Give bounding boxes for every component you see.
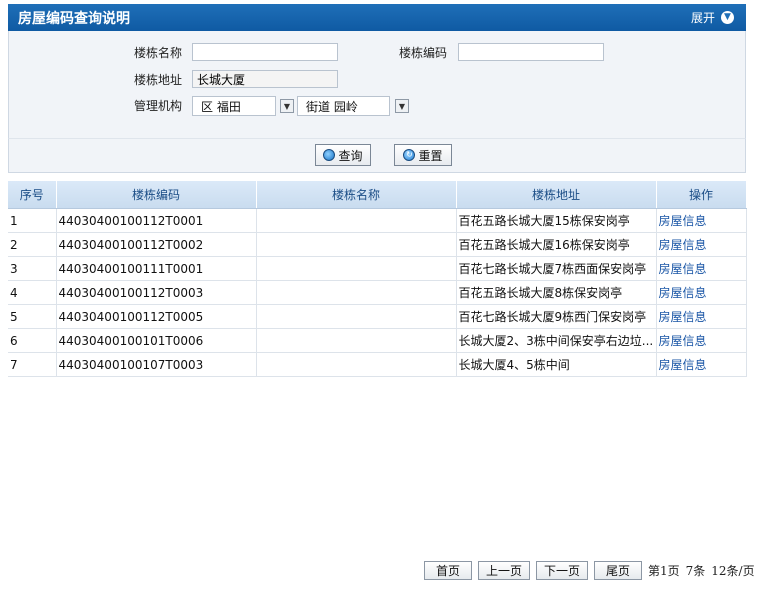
- house-info-link[interactable]: 房屋信息: [656, 304, 747, 329]
- cell-building-code: 44030400100112T0002: [56, 232, 257, 257]
- cell-index: 5: [8, 304, 57, 329]
- cell-index: 3: [8, 256, 57, 281]
- house-info-link[interactable]: 房屋信息: [656, 208, 747, 233]
- cell-index: 6: [8, 328, 57, 353]
- district-select[interactable]: 区 福田: [192, 96, 276, 116]
- first-page-button[interactable]: 首页: [424, 561, 472, 580]
- district-dropdown-icon[interactable]: ▼: [280, 99, 294, 113]
- expand-label: 展开: [690, 11, 715, 25]
- cell-building-name: [256, 232, 457, 257]
- cell-building-address: 百花七路长城大厦7栋西面保安岗亭: [456, 256, 657, 281]
- street-dropdown-icon[interactable]: ▼: [395, 99, 409, 113]
- cell-building-code: 44030400100112T0003: [56, 280, 257, 305]
- table-row: 2 44030400100112T0002 百花五路长城大厦16栋保安岗亭 房屋…: [8, 232, 747, 257]
- last-page-button[interactable]: 尾页: [594, 561, 642, 580]
- panel-titlebar: 房屋编码查询说明 展开 ▼: [8, 4, 746, 31]
- building-name-input[interactable]: [192, 43, 338, 61]
- button-row: 查询 ↻ 重置: [8, 138, 746, 173]
- table-row: 7 44030400100107T0003 长城大厦4、5栋中间 房屋信息: [8, 352, 747, 377]
- house-info-link[interactable]: 房屋信息: [656, 328, 747, 353]
- table-row: 6 44030400100101T0006 长城大厦2、3栋中间保安亭右边垃..…: [8, 328, 747, 353]
- col-header-action: 操作: [656, 181, 747, 209]
- house-info-link[interactable]: 房屋信息: [656, 352, 747, 377]
- street-select[interactable]: 街道 园岭: [297, 96, 390, 116]
- cell-building-name: [256, 328, 457, 353]
- reset-button-label: 重置: [418, 148, 443, 163]
- table-row: 4 44030400100112T0003 百花五路长城大厦8栋保安岗亭 房屋信…: [8, 280, 747, 305]
- building-address-input[interactable]: [192, 70, 338, 88]
- panel-title: 房屋编码查询说明: [18, 10, 130, 27]
- results-table: 序号 楼栋编码 楼栋名称 楼栋地址 操作 1 44030400100112T00…: [8, 181, 747, 377]
- district-value: 区 福田: [201, 99, 241, 114]
- query-panel: 房屋编码查询说明 展开 ▼ 楼栋名称 楼栋编码 楼栋地址 管理机构 区 福田 ▼…: [8, 4, 746, 173]
- cell-index: 4: [8, 280, 57, 305]
- prev-page-button[interactable]: 上一页: [478, 561, 530, 580]
- building-code-label: 楼栋编码: [399, 46, 448, 60]
- record-count: 7条: [685, 564, 706, 578]
- col-header-building-code: 楼栋编码: [56, 181, 257, 209]
- street-value: 街道 园岭: [306, 99, 358, 114]
- house-info-link[interactable]: 房屋信息: [656, 256, 747, 281]
- house-info-link[interactable]: 房屋信息: [656, 280, 747, 305]
- cell-building-code: 44030400100111T0001: [56, 256, 257, 281]
- cell-index: 2: [8, 232, 57, 257]
- cell-building-address: 百花五路长城大厦15栋保安岗亭: [456, 208, 657, 233]
- search-button-label: 查询: [338, 148, 363, 163]
- table-row: 5 44030400100112T0005 百花七路长城大厦9栋西门保安岗亭 房…: [8, 304, 747, 329]
- house-info-link[interactable]: 房屋信息: [656, 232, 747, 257]
- cell-building-name: [256, 256, 457, 281]
- cell-building-address: 长城大厦4、5栋中间: [456, 352, 657, 377]
- col-header-index: 序号: [8, 181, 57, 209]
- search-icon: [323, 149, 336, 161]
- table-row: 3 44030400100111T0001 百花七路长城大厦7栋西面保安岗亭 房…: [8, 256, 747, 281]
- table-header-row: 序号 楼栋编码 楼栋名称 楼栋地址 操作: [8, 181, 747, 209]
- cell-building-code: 44030400100112T0001: [56, 208, 257, 233]
- reset-button[interactable]: ↻ 重置: [394, 144, 452, 166]
- pagination: 首页 上一页 下一页 尾页 第1页 7条 12条/页: [424, 561, 755, 580]
- cell-index: 7: [8, 352, 57, 377]
- cell-index: 1: [8, 208, 57, 233]
- col-header-building-address: 楼栋地址: [456, 181, 657, 209]
- refresh-icon: ↻: [403, 149, 416, 161]
- cell-building-name: [256, 352, 457, 377]
- page-size-info: 12条/页: [711, 564, 755, 578]
- search-button[interactable]: 查询: [315, 144, 371, 166]
- next-page-button[interactable]: 下一页: [536, 561, 588, 580]
- cell-building-code: 44030400100101T0006: [56, 328, 257, 353]
- table-row: 1 44030400100112T0001 百花五路长城大厦15栋保安岗亭 房屋…: [8, 208, 747, 233]
- cell-building-code: 44030400100112T0005: [56, 304, 257, 329]
- cell-building-name: [256, 304, 457, 329]
- cell-building-address: 百花七路长城大厦9栋西门保安岗亭: [456, 304, 657, 329]
- cell-building-address: 长城大厦2、3栋中间保安亭右边垃...: [456, 328, 657, 353]
- cell-building-name: [256, 280, 457, 305]
- search-form: 楼栋名称 楼栋编码 楼栋地址 管理机构 区 福田 ▼ 街道 园岭 ▼: [8, 31, 746, 138]
- building-name-label: 楼栋名称: [134, 46, 183, 60]
- building-address-label: 楼栋地址: [134, 73, 183, 87]
- building-code-input[interactable]: [458, 43, 604, 61]
- cell-building-address: 百花五路长城大厦8栋保安岗亭: [456, 280, 657, 305]
- col-header-building-name: 楼栋名称: [256, 181, 457, 209]
- cell-building-code: 44030400100107T0003: [56, 352, 257, 377]
- org-label: 管理机构: [134, 99, 183, 113]
- expand-toggle[interactable]: 展开 ▼: [691, 9, 734, 26]
- chevron-down-icon: ▼: [721, 11, 734, 24]
- page-info: 第1页: [648, 564, 680, 578]
- cell-building-name: [256, 208, 457, 233]
- cell-building-address: 百花五路长城大厦16栋保安岗亭: [456, 232, 657, 257]
